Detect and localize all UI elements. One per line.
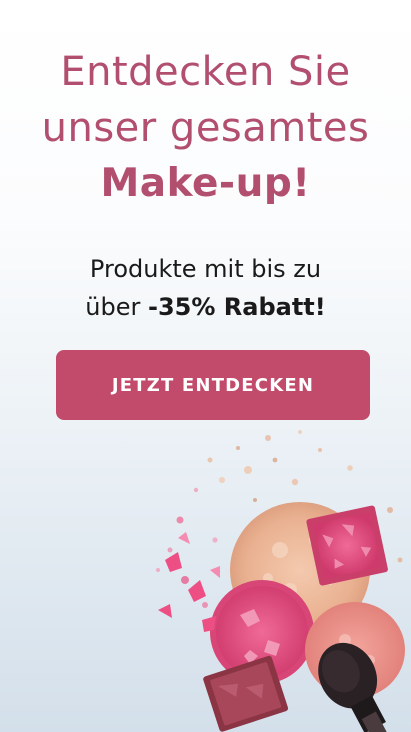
headline-line-2: unser gesamtes — [41, 105, 370, 151]
discover-now-button[interactable]: JETZT ENTDECKEN — [56, 350, 370, 420]
discount-line-1: Produkte mit bis zu — [89, 255, 322, 283]
makeup-powder-illustration — [156, 430, 405, 732]
headline-line-3: Make-up! — [100, 161, 311, 206]
discount-highlight: -35% Rabatt! — [148, 293, 326, 321]
discount-line-2: über -35% Rabatt! — [0, 288, 411, 326]
headline-line-1: Entdecken Sie — [60, 49, 351, 95]
ad-banner[interactable]: Entdecken Sie unser gesamtes Make-up! Pr… — [0, 0, 411, 732]
headline: Entdecken Sie unser gesamtes Make-up! — [0, 44, 411, 212]
discount-text: Produkte mit bis zu über -35% Rabatt! — [0, 250, 411, 326]
discount-prefix: über — [85, 293, 141, 321]
